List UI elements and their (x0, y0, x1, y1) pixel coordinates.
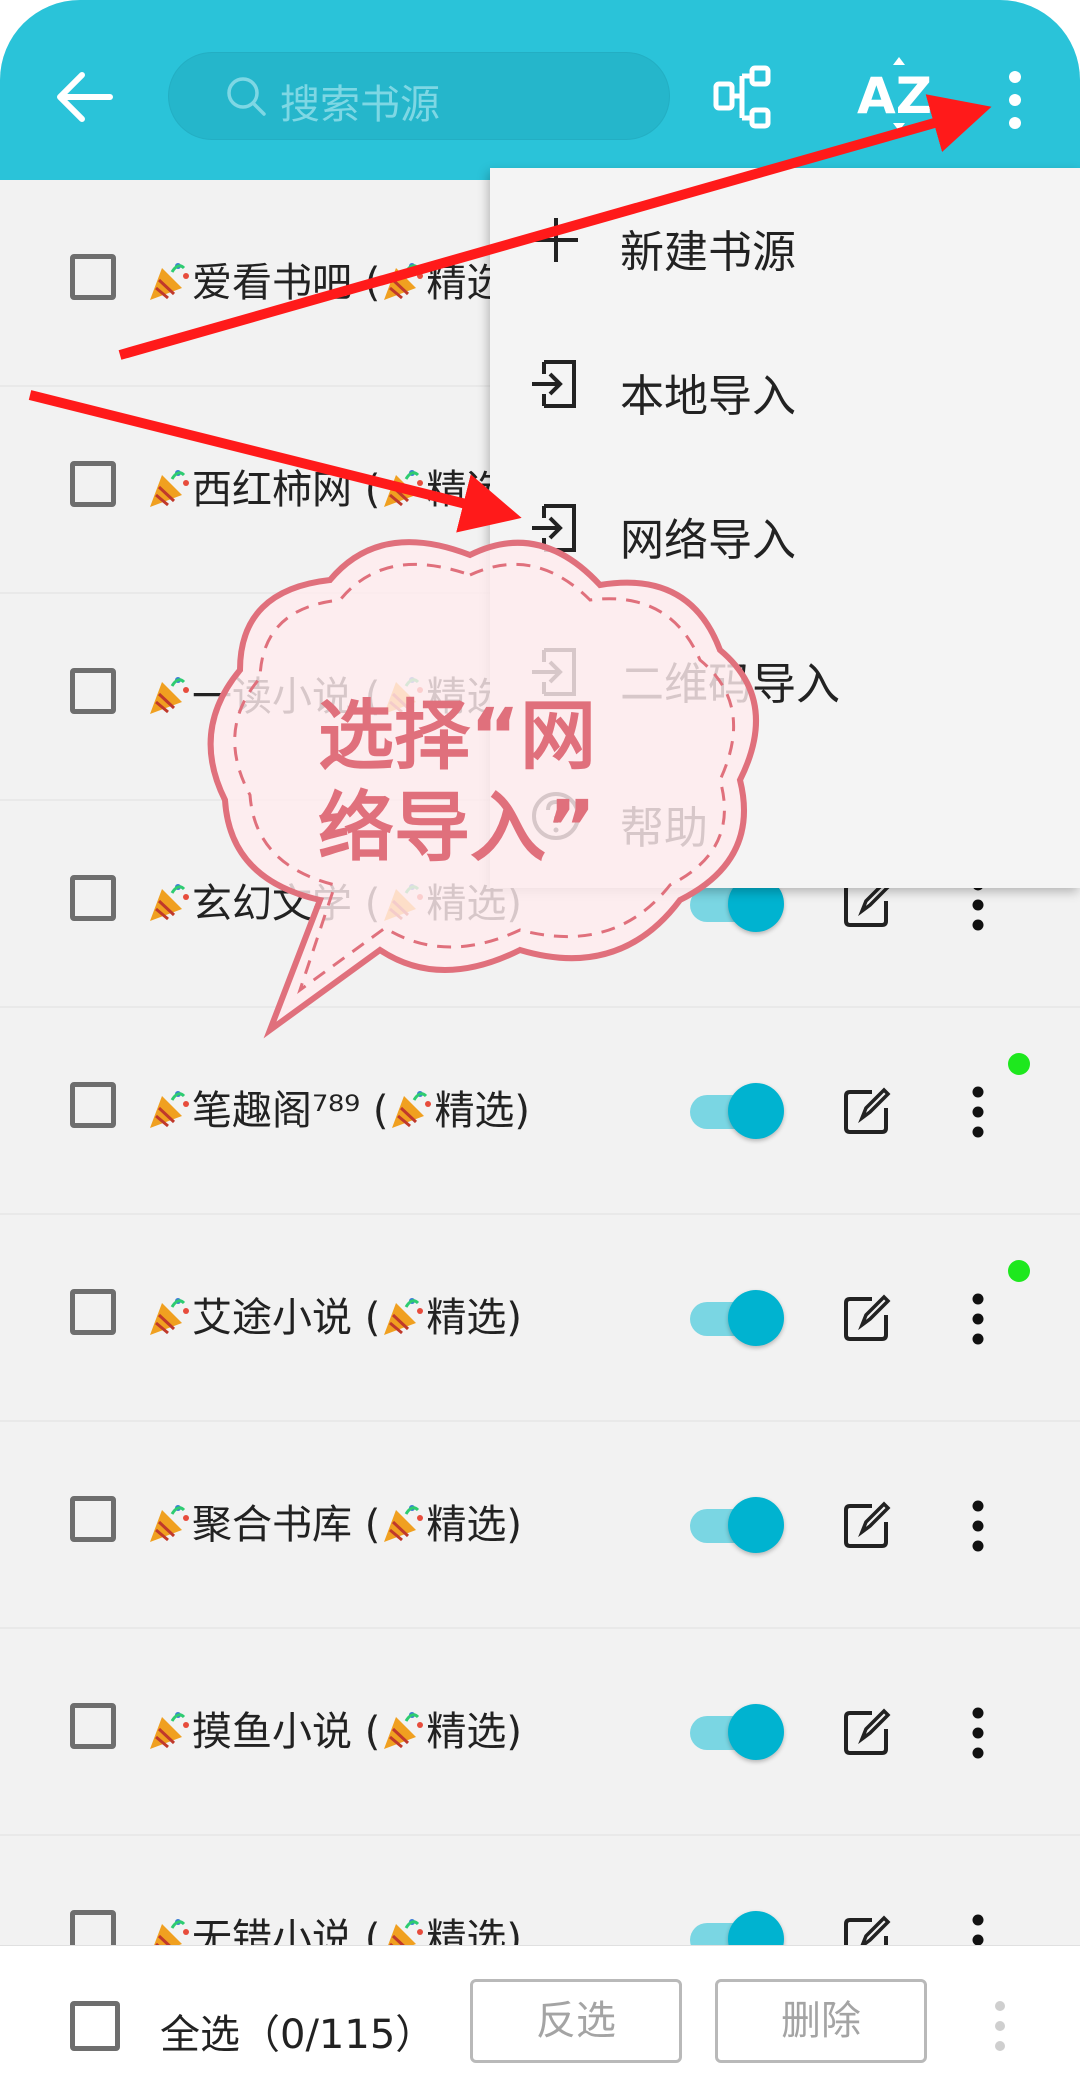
edit-icon[interactable] (842, 1293, 892, 1343)
row-checkbox[interactable] (70, 668, 116, 714)
az-sort-icon[interactable]: AZ (855, 55, 945, 135)
select-all-label[interactable]: 全选（0/115） (160, 2002, 435, 2060)
row-checkbox[interactable] (70, 1082, 116, 1128)
row-checkbox[interactable] (70, 254, 116, 300)
source-name: 聚合书库 ( 精选) (146, 1492, 522, 1550)
list-item[interactable]: 艾途小说 ( 精选) (0, 1215, 1080, 1422)
svg-text:AZ: AZ (857, 67, 932, 125)
edit-icon[interactable] (842, 1707, 892, 1757)
menu-label: 新建书源 (620, 227, 796, 278)
list-item[interactable]: 摸鱼小说 ( 精选) (0, 1629, 1080, 1836)
enable-toggle[interactable] (690, 1083, 790, 1139)
party-icon (388, 1088, 434, 1134)
source-name: 笔趣阁⁷⁸⁹ ( 精选) (146, 1078, 530, 1136)
group-sort-icon[interactable] (710, 62, 780, 132)
more-vert-icon[interactable] (960, 1704, 996, 1762)
source-title: 玄幻文学 ( (192, 881, 381, 927)
enable-toggle[interactable] (690, 1704, 790, 1760)
plus-icon (534, 218, 578, 262)
more-vert-icon[interactable] (985, 1996, 1015, 2056)
source-tag: 精选) (426, 1295, 522, 1341)
invert-selection-button[interactable]: 反选 (470, 1979, 682, 2063)
source-title: 笔趣阁⁷⁸⁹ ( (192, 1088, 389, 1134)
source-tag: 精选) (426, 1709, 522, 1755)
edit-icon[interactable] (842, 1086, 892, 1136)
select-all-checkbox[interactable] (70, 2001, 120, 2051)
menu-item-local-import[interactable]: 本地导入 (490, 312, 1080, 452)
row-checkbox[interactable] (70, 461, 116, 507)
menu-item-network-import[interactable]: 网络导入 (490, 456, 1080, 596)
callout-text: 选择“网络导入” (318, 691, 596, 872)
source-tag: 精选) (434, 1088, 531, 1134)
row-checkbox[interactable] (70, 1703, 116, 1749)
source-name: 摸鱼小说 ( 精选) (146, 1699, 522, 1757)
row-checkbox[interactable] (70, 1289, 116, 1335)
party-icon (380, 1502, 426, 1548)
party-icon (380, 881, 426, 927)
delete-button[interactable]: 删除 (715, 1979, 927, 2063)
party-icon (146, 1295, 192, 1341)
party-icon (146, 881, 192, 927)
import-icon (532, 360, 576, 408)
source-title: 爱看书吧 ( (192, 260, 381, 306)
row-checkbox[interactable] (70, 875, 116, 921)
party-icon (380, 260, 426, 306)
party-icon (380, 1709, 426, 1755)
app-screen: 搜索书源 AZ 爱看书吧 (精选) 西红柿网 (精选) 一读小说 (精选) 玄幻文学 … (0, 0, 1080, 2100)
menu-label: 本地导入 (620, 371, 796, 422)
party-icon (380, 1295, 426, 1341)
search-icon (227, 77, 266, 116)
source-title: 摸鱼小说 ( (192, 1709, 381, 1755)
search-field[interactable]: 搜索书源 (168, 52, 670, 140)
source-title: 艾途小说 ( (192, 1295, 381, 1341)
party-icon (380, 467, 426, 513)
party-icon (146, 260, 192, 306)
status-dot (1008, 1260, 1030, 1282)
import-icon (532, 504, 576, 552)
party-icon (146, 1709, 192, 1755)
bottom-action-bar: 全选（0/115） 反选 删除 (0, 1945, 1080, 2100)
source-name: 爱看书吧 (精选) (146, 250, 522, 308)
enable-toggle[interactable] (690, 1290, 790, 1346)
top-app-bar: 搜索书源 AZ (0, 0, 1080, 180)
more-vert-icon[interactable] (995, 65, 1035, 135)
source-name: 西红柿网 (精选) (146, 457, 522, 515)
row-checkbox[interactable] (70, 1496, 116, 1542)
status-dot (1008, 1053, 1030, 1075)
back-arrow-icon[interactable] (50, 62, 120, 132)
menu-item-new-source[interactable]: 新建书源 (490, 168, 1080, 308)
source-name: 玄幻文学 (精选) (146, 871, 522, 929)
more-vert-icon[interactable] (960, 1290, 996, 1348)
source-title: 聚合书库 ( (192, 1502, 381, 1548)
source-name: 艾途小说 ( 精选) (146, 1285, 522, 1343)
list-item[interactable]: 笔趣阁⁷⁸⁹ ( 精选) (0, 1008, 1080, 1215)
more-vert-icon[interactable] (960, 1497, 996, 1555)
party-icon (146, 674, 192, 720)
party-icon (146, 1502, 192, 1548)
edit-icon[interactable] (842, 1500, 892, 1550)
more-vert-icon[interactable] (960, 1083, 996, 1141)
enable-toggle[interactable] (690, 1497, 790, 1553)
menu-label: 二维码导入 (620, 659, 840, 710)
party-icon (146, 1088, 192, 1134)
list-item[interactable]: 聚合书库 ( 精选) (0, 1422, 1080, 1629)
search-placeholder: 搜索书源 (280, 82, 440, 128)
source-tag: 精选) (426, 1502, 522, 1548)
menu-label: 网络导入 (620, 515, 796, 566)
party-icon (146, 467, 192, 513)
source-title: 西红柿网 ( (192, 467, 381, 513)
